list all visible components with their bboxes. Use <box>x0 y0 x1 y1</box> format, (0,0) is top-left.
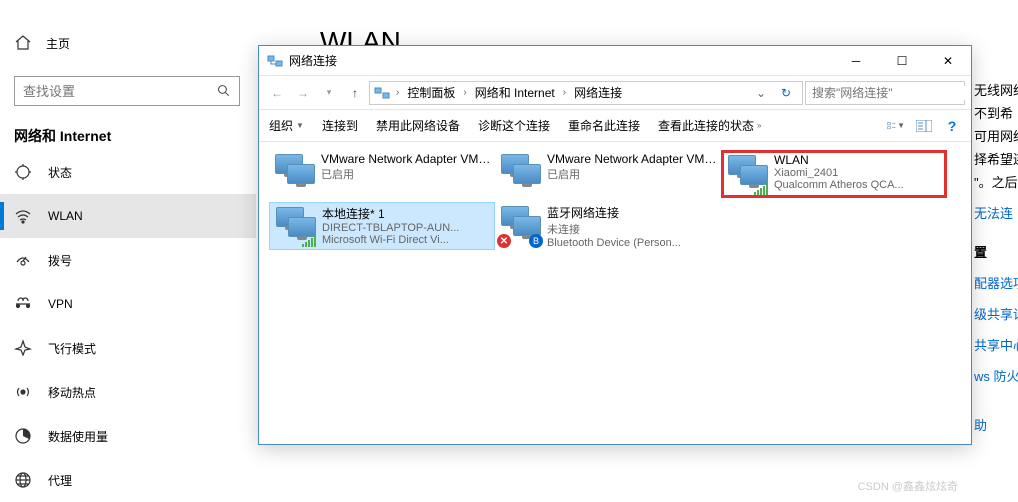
explorer-window: 网络连接 ─ ☐ ✕ ← → ▾ ↑ › 控制面板 › 网络和 Internet… <box>258 45 972 445</box>
view-options-icon[interactable]: ▼ <box>887 117 905 135</box>
network-icon <box>374 85 390 101</box>
view-status-button[interactable]: 查看此连接的状态» <box>658 117 761 134</box>
settings-nav: 状态WLAN拨号VPN飞行模式移动热点数据使用量代理 <box>0 150 256 502</box>
address-dropdown[interactable]: ⌄ <box>752 86 770 100</box>
connection-name: WLAN <box>774 153 942 167</box>
nav-item-airplane[interactable]: 飞行模式 <box>0 326 256 370</box>
organize-menu[interactable]: 组织▼ <box>269 117 304 134</box>
back-button[interactable]: ← <box>265 81 289 105</box>
connection-icon: ✕B <box>499 204 541 246</box>
link-sharing-center[interactable]: 共享中心 <box>974 335 1018 354</box>
connection-name: VMware Network Adapter VMnet1 <box>321 152 491 166</box>
breadcrumb-bar[interactable]: › 控制面板 › 网络和 Internet › 网络连接 ⌄ ↻ <box>369 81 803 105</box>
nav-item-status[interactable]: 状态 <box>0 150 256 194</box>
connection-name: 本地连接* 1 <box>322 205 490 222</box>
diagnose-button[interactable]: 诊断这个连接 <box>478 117 550 134</box>
search-input[interactable] <box>23 84 217 99</box>
minimize-button[interactable]: ─ <box>833 46 879 75</box>
disable-device-button[interactable]: 禁用此网络设备 <box>376 117 460 134</box>
address-bar: ← → ▾ ↑ › 控制面板 › 网络和 Internet › 网络连接 ⌄ ↻ <box>259 76 971 110</box>
explorer-search-input[interactable] <box>812 86 967 100</box>
right-panel: 无线网络 不到希 可用网络 择希望连 "。之后 无法连 置 配器选项 级共享设 … <box>974 76 1018 496</box>
link-help[interactable]: 助 <box>974 415 1018 434</box>
connection-icon <box>274 205 316 247</box>
home-link[interactable]: 主页 <box>14 34 70 52</box>
crumb-control-panel[interactable]: 控制面板 <box>405 84 457 101</box>
explorer-search[interactable] <box>805 81 965 105</box>
crumb-network-internet[interactable]: 网络和 Internet <box>473 84 557 101</box>
search-settings[interactable] <box>14 76 240 106</box>
close-button[interactable]: ✕ <box>925 46 971 75</box>
forward-button[interactable]: → <box>291 81 315 105</box>
nav-item-wifi[interactable]: WLAN <box>0 194 256 238</box>
connection-item[interactable]: ✕B蓝牙网络连接未连接Bluetooth Device (Person... <box>495 202 721 250</box>
search-icon <box>217 84 231 98</box>
up-button[interactable]: ↑ <box>343 81 367 105</box>
link-adapter-options[interactable]: 配器选项 <box>974 273 1018 292</box>
connection-name: 蓝牙网络连接 <box>547 204 717 221</box>
connection-icon <box>726 153 768 195</box>
recent-dropdown[interactable]: ▾ <box>317 81 341 105</box>
crumb-network-connections[interactable]: 网络连接 <box>572 84 624 101</box>
window-title: 网络连接 <box>289 52 833 69</box>
connect-to-button[interactable]: 连接到 <box>322 117 358 134</box>
nav-item-vpn[interactable]: VPN <box>0 282 256 326</box>
connection-item[interactable]: VMware Network Adapter VMnet1已启用 <box>269 150 495 198</box>
connection-item[interactable]: WLANXiaomi_2401Qualcomm Atheros QCA... <box>721 150 947 198</box>
connection-icon <box>499 152 541 194</box>
maximize-button[interactable]: ☐ <box>879 46 925 75</box>
link-firewall[interactable]: ws 防火墙 <box>974 366 1018 385</box>
link-cant-connect[interactable]: 无法连 <box>974 203 1018 222</box>
nav-item-proxy[interactable]: 代理 <box>0 458 256 502</box>
link-sharing[interactable]: 级共享设 <box>974 304 1018 323</box>
toolbar: 组织▼ 连接到 禁用此网络设备 诊断这个连接 重命名此连接 查看此连接的状态» … <box>259 110 971 142</box>
titlebar[interactable]: 网络连接 ─ ☐ ✕ <box>259 46 971 76</box>
preview-pane-icon[interactable] <box>915 117 933 135</box>
network-icon <box>267 53 283 69</box>
nav-item-data[interactable]: 数据使用量 <box>0 414 256 458</box>
refresh-button[interactable]: ↻ <box>774 86 798 100</box>
connection-name: VMware Network Adapter VMnet8 <box>547 152 717 166</box>
connection-item[interactable]: VMware Network Adapter VMnet8已启用 <box>495 150 721 198</box>
connection-item[interactable]: 本地连接* 1DIRECT-TBLAPTOP-AUN...Microsoft W… <box>269 202 495 250</box>
section-title: 网络和 Internet <box>14 126 111 146</box>
watermark: CSDN @鑫鑫炫炫奇 <box>858 478 958 494</box>
help-icon[interactable]: ? <box>943 117 961 135</box>
nav-item-hotspot[interactable]: 移动热点 <box>0 370 256 414</box>
home-label: 主页 <box>46 35 70 52</box>
rename-button[interactable]: 重命名此连接 <box>568 117 640 134</box>
connection-icon <box>273 152 315 194</box>
nav-item-dial[interactable]: 拨号 <box>0 238 256 282</box>
connections-pane[interactable]: VMware Network Adapter VMnet1已启用VMware N… <box>259 142 971 262</box>
